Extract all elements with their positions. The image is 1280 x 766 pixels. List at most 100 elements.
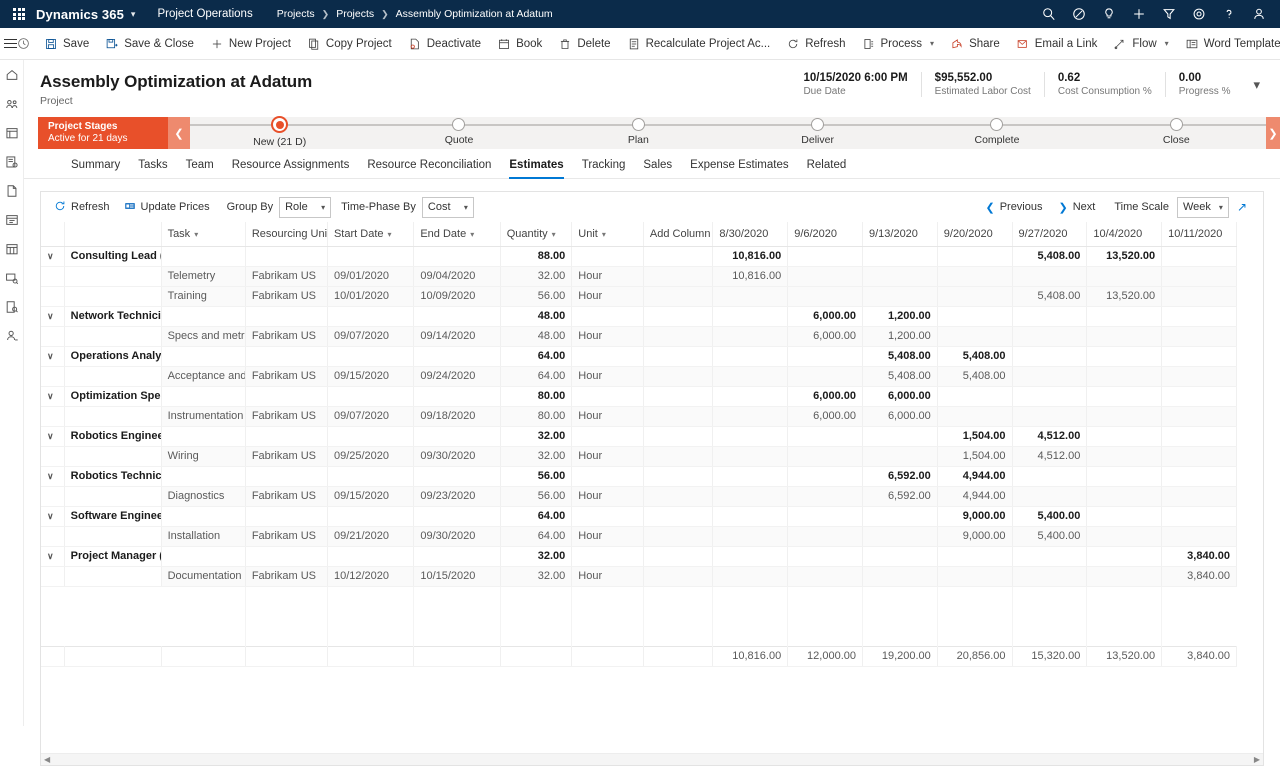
bpf-node-quote[interactable]: Quote [369, 117, 548, 149]
update-prices-button[interactable]: Update Prices [117, 195, 217, 219]
table-row[interactable]: ∨Robotics Technician (1)56.006,592.004,9… [41, 466, 1237, 486]
start-date-cell[interactable] [327, 346, 413, 366]
brand-chevron-down-icon[interactable]: ▾ [131, 9, 136, 20]
quantity-cell[interactable]: 64.00 [500, 366, 572, 386]
refresh-button[interactable]: Refresh [778, 28, 853, 60]
chevron-left-icon[interactable]: ❮ [168, 117, 190, 149]
end-date-cell[interactable]: 09/30/2020 [414, 526, 500, 546]
add-column-cell[interactable] [643, 266, 713, 286]
new-project-button[interactable]: New Project [202, 28, 299, 60]
table-row[interactable]: ∨Optimization Specialist (1)80.006,000.0… [41, 386, 1237, 406]
resourcing-unit-cell[interactable] [245, 506, 327, 526]
share-button[interactable]: Share [942, 28, 1008, 60]
resourcing-unit-cell[interactable] [245, 346, 327, 366]
breadcrumb-item-0[interactable]: Projects [277, 8, 315, 20]
resourcing-unit-cell[interactable]: Fabrikam US [245, 266, 327, 286]
table-row[interactable]: ∨Software Engineer (1)64.009,000.005,400… [41, 506, 1237, 526]
quantity-cell[interactable]: 56.00 [500, 466, 572, 486]
end-date-cell[interactable]: 09/30/2020 [414, 446, 500, 466]
tab-tasks[interactable]: Tasks [129, 159, 176, 178]
task-cell[interactable]: Specs and metrics [161, 326, 245, 346]
add-column-cell[interactable] [643, 366, 713, 386]
bpf-node-complete[interactable]: Complete [907, 117, 1086, 149]
unit-cell[interactable] [572, 386, 644, 406]
resourcing-unit-cell[interactable]: Fabrikam US [245, 366, 327, 386]
unit-cell[interactable]: Hour [572, 446, 644, 466]
expand-icon[interactable]: ↗ [1231, 200, 1253, 214]
quantity-cell[interactable]: 56.00 [500, 486, 572, 506]
unit-cell[interactable] [572, 466, 644, 486]
resourcing-unit-cell[interactable] [245, 386, 327, 406]
end-date-cell[interactable] [414, 346, 500, 366]
end-date-cell[interactable]: 09/24/2020 [414, 366, 500, 386]
recalculate-project-actuals-button[interactable]: Recalculate Project Ac... [619, 28, 779, 60]
add-column-cell[interactable] [643, 406, 713, 426]
tab-related[interactable]: Related [798, 159, 856, 178]
start-date-cell[interactable] [327, 506, 413, 526]
resourcing-unit-cell[interactable]: Fabrikam US [245, 406, 327, 426]
column-header-add-column[interactable]: Add Column▾ [643, 222, 713, 246]
project-list-icon[interactable] [3, 153, 21, 171]
start-date-cell[interactable]: 10/12/2020 [327, 566, 413, 586]
resourcing-unit-cell[interactable]: Fabrikam US [245, 526, 327, 546]
row-expand-toggle[interactable]: ∨ [41, 306, 64, 326]
time-phase-by-select[interactable]: Cost ▾ [422, 197, 474, 218]
tab-sales[interactable]: Sales [634, 159, 681, 178]
table-row[interactable]: InstrumentationFabrikam US09/07/202009/1… [41, 406, 1237, 426]
end-date-cell[interactable] [414, 506, 500, 526]
group-by-select[interactable]: Role ▾ [279, 197, 331, 218]
add-column-cell[interactable] [643, 526, 713, 546]
app-launcher-icon[interactable] [8, 8, 30, 20]
row-expand-toggle[interactable]: ∨ [41, 546, 64, 566]
chevron-down-icon[interactable]: ∨ [47, 311, 54, 322]
unit-cell[interactable]: Hour [572, 406, 644, 426]
funnel-icon[interactable] [1161, 7, 1176, 22]
add-column-cell[interactable] [643, 506, 713, 526]
resourcing-unit-cell[interactable] [245, 306, 327, 326]
bpf-node-deliver[interactable]: Deliver [728, 117, 907, 149]
horizontal-scrollbar[interactable]: ◀ ▶ [41, 753, 1263, 765]
end-date-cell[interactable]: 09/18/2020 [414, 406, 500, 426]
start-date-cell[interactable] [327, 546, 413, 566]
timer-icon[interactable] [17, 37, 30, 50]
time-scale-select[interactable]: Week ▾ [1177, 197, 1229, 218]
start-date-cell[interactable]: 09/07/2020 [327, 406, 413, 426]
task-cell[interactable]: Instrumentation [161, 406, 245, 426]
tab-expense-estimates[interactable]: Expense Estimates [681, 159, 797, 178]
task-cell[interactable]: Diagnostics [161, 486, 245, 506]
quantity-cell[interactable]: 32.00 [500, 426, 572, 446]
copy-project-button[interactable]: Copy Project [299, 28, 400, 60]
tab-team[interactable]: Team [177, 159, 223, 178]
grid-refresh-button[interactable]: Refresh [47, 195, 117, 219]
quantity-cell[interactable]: 64.00 [500, 526, 572, 546]
start-date-cell[interactable]: 09/21/2020 [327, 526, 413, 546]
table-row[interactable]: ∨Operations Analyst (1)64.005,408.005,40… [41, 346, 1237, 366]
unit-cell[interactable]: Hour [572, 566, 644, 586]
start-date-cell[interactable]: 09/15/2020 [327, 366, 413, 386]
resourcing-unit-cell[interactable]: Fabrikam US [245, 446, 327, 466]
table-row[interactable]: ∨Network Technician (1)48.006,000.001,20… [41, 306, 1237, 326]
unit-cell[interactable]: Hour [572, 286, 644, 306]
task-cell[interactable] [161, 426, 245, 446]
bpf-node-plan[interactable]: Plan [549, 117, 728, 149]
site-map-toggle-icon[interactable] [4, 43, 17, 44]
resourcing-unit-cell[interactable]: Fabrikam US [245, 486, 327, 506]
bpf-node-new[interactable]: New (21 D) [190, 117, 369, 149]
start-date-cell[interactable] [327, 466, 413, 486]
task-cell[interactable] [161, 386, 245, 406]
add-column-cell[interactable] [643, 386, 713, 406]
tab-tracking[interactable]: Tracking [573, 159, 635, 178]
unit-cell[interactable]: Hour [572, 266, 644, 286]
book-button[interactable]: Book [489, 28, 550, 60]
end-date-cell[interactable]: 09/14/2020 [414, 326, 500, 346]
unit-cell[interactable] [572, 506, 644, 526]
bpf-node-close[interactable]: Close [1087, 117, 1266, 149]
resource-request-icon[interactable] [3, 269, 21, 287]
end-date-cell[interactable] [414, 246, 500, 266]
task-cell[interactable] [161, 506, 245, 526]
column-header-task[interactable]: Task▾ [161, 222, 245, 246]
task-cell[interactable]: Documentation [161, 566, 245, 586]
quantity-cell[interactable]: 80.00 [500, 386, 572, 406]
start-date-cell[interactable] [327, 306, 413, 326]
unit-cell[interactable] [572, 546, 644, 566]
